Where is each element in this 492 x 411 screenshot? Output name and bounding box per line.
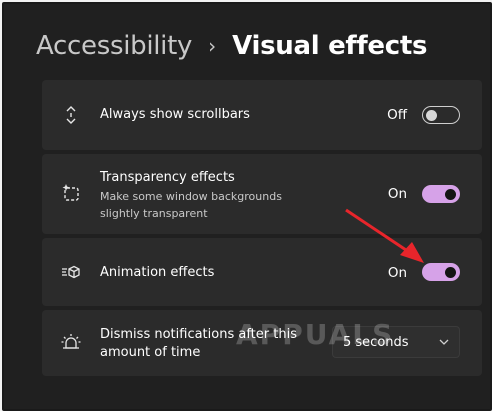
annotation-arrow	[345, 208, 424, 263]
setting-title: Transparency effects	[100, 170, 235, 185]
watermark-logo: APPUALS	[236, 318, 395, 351]
notification-icon	[60, 332, 82, 354]
toggle-knob	[445, 188, 456, 200]
breadcrumb-separator: ›	[208, 34, 217, 58]
page-title: Visual effects	[232, 31, 428, 61]
toggle-state-label: Off	[387, 107, 407, 123]
breadcrumb: Accessibility › Visual effects	[36, 28, 427, 64]
settings-window: Accessibility › Visual effects Always sh…	[2, 2, 492, 411]
breadcrumb-accessibility-link[interactable]: Accessibility	[36, 31, 192, 61]
toggle-knob	[426, 109, 437, 121]
setting-description: Make some window backgrounds slightly tr…	[100, 190, 282, 220]
transparency-toggle[interactable]	[422, 185, 460, 203]
toggle-state-label: On	[387, 186, 407, 202]
scrollbar-icon	[60, 104, 82, 126]
chevron-down-icon	[439, 339, 449, 345]
animation-icon	[60, 261, 82, 283]
setting-title: Always show scrollbars	[100, 107, 250, 122]
setting-title: Animation effects	[100, 265, 215, 280]
scrollbars-toggle[interactable]	[422, 106, 460, 124]
setting-row-scrollbars: Always show scrollbars Off	[42, 80, 482, 150]
transparency-icon	[60, 182, 82, 204]
